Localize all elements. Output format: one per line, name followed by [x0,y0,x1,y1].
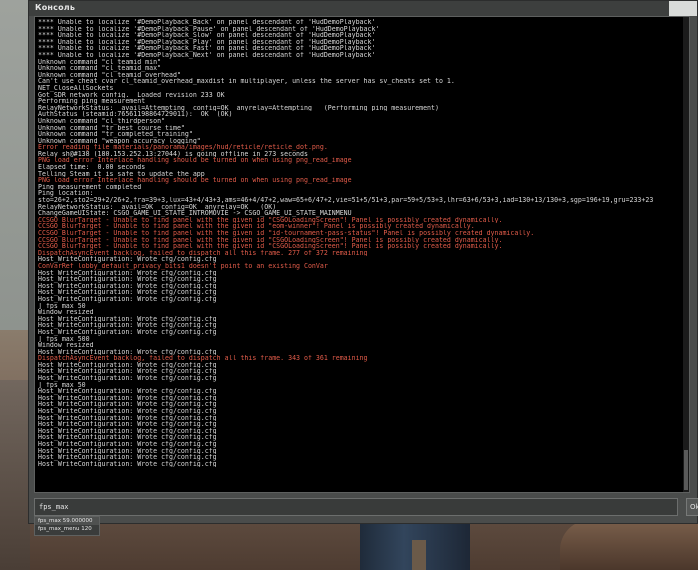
log-scrollbar-thumb[interactable] [684,450,688,490]
log-line: sto=26+2,sto2=29+2/26+2,fra=39+3,lux=43+… [38,197,654,204]
log-line: Host_WriteConfiguration: Wrote cfg/confi… [38,322,217,329]
log-line: RelayNetworkStatus: avail=OK config=OK a… [38,203,277,211]
log-line: Unknown command "cl_teamid_max" [38,65,162,72]
log-line-error: ConVarRef lobby_default_privacy_bits1 do… [38,262,328,270]
log-line-error: PNG load error Interlace handling should… [38,157,352,165]
log-line-error: CCSGO_BlurTarget - Unable to find panel … [38,243,503,250]
log-lines: **** Unable to localize '#DemoPlayback_B… [38,19,687,467]
log-line: Unknown command "cl_teamid_min" [38,58,162,66]
background-rock [560,520,698,570]
autocomplete-item[interactable]: fps_max_menu 120 [35,525,99,533]
log-line: Host_WriteConfiguration: Wrote cfg/confi… [38,315,217,323]
submit-button[interactable]: Ok [686,498,698,516]
log-line: Host_WriteConfiguration: Wrote cfg/confi… [38,447,217,455]
log-line: Host_WriteConfiguration: Wrote cfg/confi… [38,276,217,283]
log-line-error: DispatchAsyncEvent backlog, failed to di… [38,249,368,257]
log-line: Relay sh@#138 (180.153.252.13:27044) is … [38,150,308,158]
log-line: Unknown command "weapon_accuracy_logging… [38,137,201,145]
log-line: Can't use cheat cvar cl_teamid_overhead_… [38,78,455,85]
log-line-error: CCSGO_BlurTarget - Unable to find panel … [38,230,535,237]
log-line: Unknown command "cl_thirdperson" [38,117,166,125]
log-line: **** Unable to localize '#DemoPlayback_B… [38,19,376,26]
log-line: Host_WriteConfiguration: Wrote cfg/confi… [38,348,217,356]
log-line: Host_WriteConfiguration: Wrote cfg/confi… [38,434,217,441]
log-line-error: PNG load error Interlace handling should… [38,177,352,184]
log-line-error: CCSGO_BlurTarget - Unable to find panel … [38,216,503,224]
titlebar-edge [669,1,697,16]
console-titlebar[interactable]: Консоль [29,1,697,16]
log-line: AuthStatus (steamid:76561198864729011): … [38,111,233,118]
log-scrollbar[interactable] [683,17,689,492]
log-line: Host_WriteConfiguration: Wrote cfg/confi… [38,361,217,369]
log-line-error: CCSGO_BlurTarget - Unable to find panel … [38,236,503,244]
command-input[interactable] [34,498,678,516]
log-line: **** Unable to localize '#DemoPlayback_F… [38,45,376,52]
log-line: Unknown command "tr_best_course_time" [38,124,185,132]
log-line-error: Error reading file materials/panorama/im… [38,144,328,151]
log-line: ChangeGameUIState: CSGO_GAME_UI_STATE_IN… [38,210,352,217]
console-log[interactable]: **** Unable to localize '#DemoPlayback_B… [34,16,690,493]
background-wall [0,380,30,570]
log-line: **** Unable to localize '#DemoPlayback_N… [38,51,376,59]
console-title: Консоль [35,3,76,12]
log-line: Unknown command "cl_teamid_overhead" [38,71,181,79]
log-line: Host_WriteConfiguration: Wrote cfg/confi… [38,401,217,409]
log-line: Unknown command "tr_completed_training" [38,131,193,138]
autocomplete-item[interactable]: fps_max 59.000000 [35,517,99,525]
autocomplete-dropdown: fps_max 59.000000 fps_max_menu 120 [34,516,100,536]
log-line: Host_WriteConfiguration: Wrote cfg/confi… [38,375,217,382]
log-line: Host_WriteConfiguration: Wrote cfg/confi… [38,256,217,263]
log-line: NET_CloseAllSockets [38,84,114,92]
player-model-strap [412,540,426,570]
game-scene: Консоль **** Unable to localize '#DemoPl… [0,0,698,570]
log-line: Got SDR network config. Loaded revision … [38,91,225,99]
log-line: Host_WriteConfiguration: Wrote cfg/confi… [38,427,217,435]
log-line: Host_WriteConfiguration: Wrote cfg/confi… [38,441,217,448]
log-line: Host_WriteConfiguration: Wrote cfg/confi… [38,408,217,415]
log-line: Host_WriteConfiguration: Wrote cfg/confi… [38,394,217,402]
log-line: Host_WriteConfiguration: Wrote cfg/confi… [38,269,217,277]
log-line: ] fps_max 50 [38,302,86,310]
log-line: Host_WriteConfiguration: Wrote cfg/confi… [38,388,217,395]
log-line: Host_WriteConfiguration: Wrote cfg/confi… [38,421,217,428]
log-line-error: DispatchAsyncEvent backlog, failed to di… [38,355,368,362]
log-line: **** Unable to localize '#DemoPlayback_P… [38,25,380,33]
log-line: Ping measurement completed [38,183,142,191]
log-line: Host_WriteConfiguration: Wrote cfg/confi… [38,289,217,296]
log-line: Window resized [38,342,94,349]
log-line: RelayNetworkStatus: avail=Attempting con… [38,104,439,112]
log-line: Host_WriteConfiguration: Wrote cfg/confi… [38,414,217,422]
log-line: Host_WriteConfiguration: Wrote cfg/confi… [38,454,217,461]
log-line: Host_WriteConfiguration: Wrote cfg/confi… [38,295,217,303]
log-line: ] fps_max 500 [38,335,90,343]
command-row: Ok [34,498,698,518]
log-line: Host_WriteConfiguration: Wrote cfg/confi… [38,282,217,290]
log-line: Host_WriteConfiguration: Wrote cfg/confi… [38,460,217,468]
log-line: **** Unable to localize '#DemoPlayback_S… [38,32,376,39]
console-window: Консоль **** Unable to localize '#DemoPl… [28,0,698,524]
log-line: Elapsed time: 0.00 seconds [38,164,146,171]
log-line-error: CCSGO_BlurTarget - Unable to find panel … [38,223,475,230]
log-line: Telling Steam it is safe to update the a… [38,170,205,178]
log-line: ] fps_max 50 [38,381,86,389]
log-line: Host_WriteConfiguration: Wrote cfg/confi… [38,368,217,376]
log-line: Window resized [38,309,94,316]
log-line: Ping location: [38,190,94,198]
log-line: **** Unable to localize '#DemoPlayback_P… [38,38,376,46]
log-line: Host_WriteConfiguration: Wrote cfg/confi… [38,328,217,336]
log-line: Performing ping measurement [38,98,146,105]
